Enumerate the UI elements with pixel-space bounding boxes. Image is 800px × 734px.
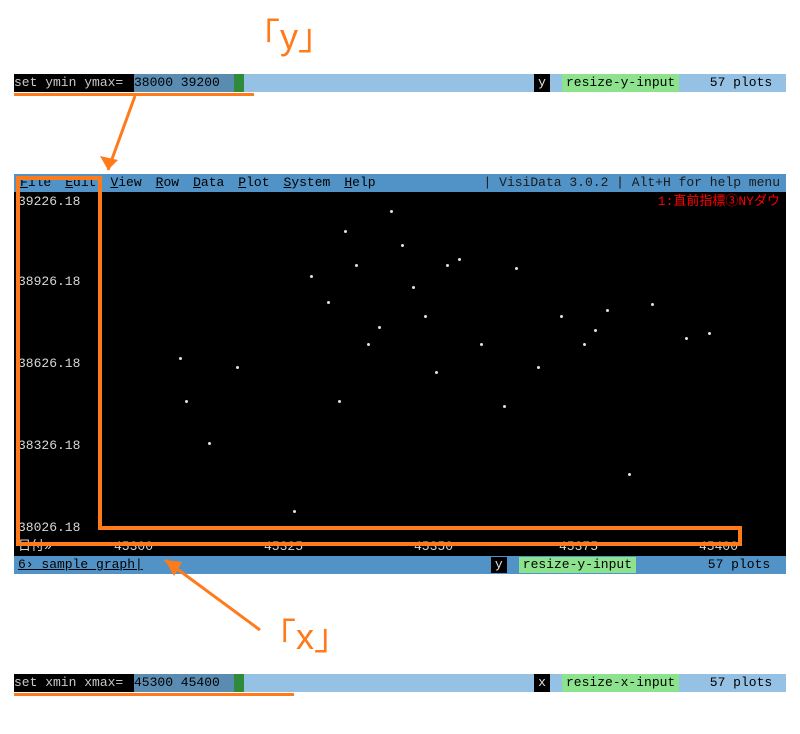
menu-bar: File Edit View Row Data Plot System Help… [14, 174, 786, 192]
ytick-2: 38626.18 [18, 356, 80, 372]
visidata-window: File Edit View Row Data Plot System Help… [14, 174, 786, 574]
x-command-name: resize-x-input [562, 674, 679, 692]
data-point [537, 366, 540, 369]
xtick-1: 45325 [264, 539, 303, 555]
data-point [390, 210, 393, 213]
y-prompt-text: set ymin ymax= [14, 74, 134, 92]
data-point [583, 343, 586, 346]
x-plot-count: 57 plots [679, 674, 786, 692]
y-command-name: resize-y-input [562, 74, 679, 92]
data-point [560, 315, 563, 318]
y-underline [14, 93, 254, 96]
menu-data[interactable]: Data [193, 175, 224, 191]
data-point [378, 326, 381, 329]
scatter-plot[interactable]: 1:直前指標③NYダウ 39226.18 38926.18 38626.18 3… [14, 192, 786, 538]
status-command: resize-y-input [519, 557, 636, 573]
data-point [367, 343, 370, 346]
data-point [236, 366, 239, 369]
xtick-4: 45400 [699, 539, 738, 555]
y-key-indicator: y [534, 74, 550, 92]
x-input-value[interactable]: 45300 45400 [134, 674, 244, 692]
menu-info: | VisiData 3.0.2 | Alt+H for help menu [484, 175, 780, 191]
x-underline [14, 693, 294, 696]
data-point [424, 315, 427, 318]
y-bar-gap1 [244, 74, 534, 92]
xtick-0: 45300 [114, 539, 153, 555]
ytick-3: 38326.18 [18, 438, 80, 454]
x-prompt-text: set xmin xmax= [14, 674, 134, 692]
annotation-y-label: 「y」 [244, 8, 334, 60]
status-plot-count: 57 plots [636, 557, 786, 573]
data-point [338, 400, 341, 403]
data-point [628, 473, 631, 476]
y-plot-count: 57 plots [679, 74, 786, 92]
data-point [208, 442, 211, 445]
data-point [651, 303, 654, 306]
ytick-4: 38026.18 [18, 520, 80, 536]
xtick-3: 45375 [559, 539, 598, 555]
data-point [458, 258, 461, 261]
x-axis-label: 日付» [18, 539, 52, 555]
sheet-name[interactable]: 6› sample_graph| [14, 557, 143, 573]
status-bar: 6› sample_graph| y resize-y-input 57 plo… [14, 556, 786, 574]
data-point [401, 244, 404, 247]
x-bar-gap2 [550, 674, 562, 692]
menu-view[interactable]: View [110, 175, 141, 191]
data-point [480, 343, 483, 346]
data-point [412, 286, 415, 289]
menu-row[interactable]: Row [156, 175, 179, 191]
data-point [515, 267, 518, 270]
menu-file[interactable]: File [20, 175, 51, 191]
data-point [708, 332, 711, 335]
y-prompt-bar: set ymin ymax= 38000 39200 y resize-y-in… [14, 74, 786, 92]
data-point [327, 301, 330, 304]
data-point [606, 309, 609, 312]
data-point [310, 275, 313, 278]
data-point [503, 405, 506, 408]
y-input-value[interactable]: 38000 39200 [134, 74, 244, 92]
x-key-indicator: x [534, 674, 550, 692]
data-point [446, 264, 449, 267]
data-point [179, 357, 182, 360]
menu-plot[interactable]: Plot [238, 175, 269, 191]
x-axis: 日付» 45300 45325 45350 45375 45400 [14, 538, 786, 556]
data-point [355, 264, 358, 267]
annotation-x-label: 「x」 [260, 608, 350, 660]
plot-legend: 1:直前指標③NYダウ [658, 194, 780, 210]
data-point [344, 230, 347, 233]
menu-system[interactable]: System [284, 175, 331, 191]
data-point [293, 510, 296, 513]
status-key: y [491, 557, 507, 573]
menu-help[interactable]: Help [344, 175, 375, 191]
ytick-0: 39226.18 [18, 194, 80, 210]
y-bar-gap2 [550, 74, 562, 92]
menu-edit[interactable]: Edit [65, 175, 96, 191]
data-point [435, 371, 438, 374]
ytick-1: 38926.18 [18, 274, 80, 290]
x-bar-gap1 [244, 674, 534, 692]
data-point [685, 337, 688, 340]
x-prompt-bar: set xmin xmax= 45300 45400 x resize-x-in… [14, 674, 786, 692]
xtick-2: 45350 [414, 539, 453, 555]
data-point [594, 329, 597, 332]
data-point [185, 400, 188, 403]
